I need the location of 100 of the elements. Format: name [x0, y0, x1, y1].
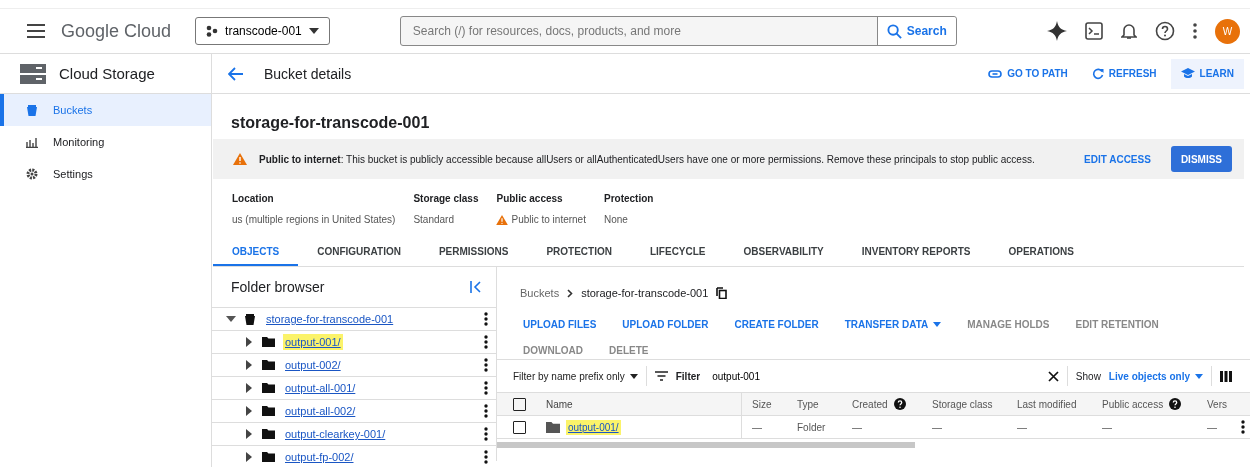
more-icon[interactable]: [484, 335, 488, 349]
bucket-icon: [244, 313, 256, 325]
collapse-caret-icon[interactable]: [226, 314, 236, 324]
column-header: Size: [752, 398, 772, 410]
folder-icon: [546, 421, 560, 433]
product-title: Cloud Storage: [59, 65, 155, 82]
collapse-icon[interactable]: [470, 281, 482, 293]
folder-link[interactable]: output-all-001/: [283, 380, 358, 396]
page-title: Bucket details: [264, 65, 352, 82]
detail-label: Protection: [603, 193, 654, 204]
tab[interactable]: OBJECTS: [213, 239, 299, 266]
folder-link[interactable]: output-clearkey-001/: [283, 426, 388, 442]
tab[interactable]: PERMISSIONS: [419, 239, 528, 266]
caret-icon: [933, 321, 942, 327]
project-icon: [206, 25, 219, 37]
sidebar-item[interactable]: Settings: [0, 158, 211, 190]
sidebar-item[interactable]: Monitoring: [0, 126, 211, 158]
caret-icon: [629, 373, 638, 379]
more-icon[interactable]: [484, 427, 488, 441]
header-action-button[interactable]: LEARN: [1170, 58, 1244, 89]
back-arrow-icon[interactable]: [228, 66, 244, 81]
sidebar-item[interactable]: Buckets: [0, 94, 211, 126]
more-icon[interactable]: [1241, 420, 1245, 434]
edit-access-link[interactable]: EDIT ACCESS: [1084, 153, 1151, 165]
tab[interactable]: PROTECTION: [527, 239, 631, 266]
select-all-checkbox[interactable]: [513, 397, 526, 411]
toolbar-button[interactable]: UPLOAD FOLDER: [622, 315, 709, 333]
column-header: Created: [852, 398, 888, 410]
tab[interactable]: LIFECYCLE: [630, 239, 725, 266]
storage-icon: [20, 63, 46, 84]
toolbar-button[interactable]: UPLOAD FILES: [523, 315, 597, 333]
scrollbar[interactable]: [497, 442, 915, 448]
filter-mode-dropdown[interactable]: Filter by name prefix only: [513, 370, 638, 382]
tree-row[interactable]: output-all-002/: [212, 399, 496, 422]
search-field[interactable]: Search (/) for resources, docs, products, and more Search: [399, 16, 957, 46]
expand-caret-icon[interactable]: [244, 337, 254, 347]
folder-link[interactable]: output-all-002/: [283, 403, 358, 419]
tab[interactable]: CONFIGURATION: [298, 239, 420, 266]
help-icon[interactable]: [893, 398, 906, 410]
bucket-icon: [26, 104, 38, 116]
toolbar-button[interactable]: TRANSFER DATA: [844, 315, 942, 333]
close-icon[interactable]: [1047, 370, 1059, 382]
folder-icon: [262, 452, 275, 462]
more-icon[interactable]: [484, 312, 488, 326]
copy-icon[interactable]: [716, 287, 728, 299]
help-icon[interactable]: [1155, 21, 1175, 41]
more-icon[interactable]: [484, 450, 488, 464]
caret-icon: [308, 28, 319, 34]
tree-row[interactable]: output-fp-002/: [212, 445, 496, 467]
tree-row[interactable]: output-clearkey-001/: [212, 422, 496, 445]
mortarboard-icon: [1180, 68, 1195, 79]
filter-label: Filter: [675, 370, 701, 382]
folder-link[interactable]: output-001/: [566, 419, 621, 435]
folder-icon: [262, 383, 275, 393]
table-cell: —: [1017, 421, 1027, 433]
more-icon[interactable]: [484, 404, 488, 418]
filter-icon: [654, 371, 668, 381]
column-header: Type: [797, 398, 819, 410]
more-icon[interactable]: [484, 381, 488, 395]
tree-row[interactable]: storage-for-transcode-001: [212, 307, 496, 330]
row-checkbox[interactable]: [513, 420, 526, 434]
bell-icon[interactable]: [1121, 22, 1137, 40]
search-button[interactable]: Search: [876, 17, 956, 45]
more-icon[interactable]: [1193, 23, 1197, 39]
help-icon[interactable]: [1169, 398, 1182, 410]
tree-row[interactable]: output-002/: [212, 353, 496, 376]
search-icon: [886, 23, 902, 39]
terminal-icon[interactable]: [1085, 22, 1103, 40]
product-logo[interactable]: Google Cloud: [61, 20, 172, 42]
folder-link[interactable]: output-002/: [283, 357, 343, 373]
folder-icon: [262, 406, 275, 416]
tree-row[interactable]: output-all-001/: [212, 376, 496, 399]
tab[interactable]: INVENTORY REPORTS: [842, 239, 990, 266]
folder-link[interactable]: output-001/: [283, 334, 343, 350]
toolbar-button[interactable]: CREATE FOLDER: [734, 315, 819, 333]
tree-row[interactable]: output-001/: [212, 330, 496, 353]
expand-caret-icon[interactable]: [244, 360, 254, 370]
link-icon: [988, 69, 1003, 78]
tab[interactable]: OPERATIONS: [989, 239, 1093, 266]
refresh-icon: [1091, 67, 1104, 80]
header-action-button[interactable]: REFRESH: [1081, 58, 1167, 89]
show-dropdown[interactable]: Live objects only: [1108, 370, 1203, 382]
expand-caret-icon[interactable]: [244, 452, 254, 462]
columns-icon[interactable]: [1220, 370, 1232, 382]
breadcrumb-link[interactable]: Buckets: [520, 287, 560, 299]
folder-link[interactable]: storage-for-transcode-001: [264, 311, 396, 327]
dismiss-button[interactable]: DISMISS: [1170, 146, 1232, 172]
tab[interactable]: OBSERVABILITY: [724, 239, 843, 266]
project-picker[interactable]: transcode-001: [195, 17, 330, 45]
folder-link[interactable]: output-fp-002/: [283, 449, 356, 465]
expand-caret-icon[interactable]: [244, 429, 254, 439]
expand-caret-icon[interactable]: [244, 383, 254, 393]
table-cell: —: [1207, 421, 1217, 433]
column-header: Last modified: [1017, 398, 1077, 410]
table-cell: Folder: [797, 421, 826, 433]
header-action-button[interactable]: GO TO PATH: [978, 58, 1078, 89]
sparkle-icon[interactable]: [1047, 21, 1067, 41]
more-icon[interactable]: [484, 358, 488, 372]
menu-icon[interactable]: [27, 24, 45, 38]
expand-caret-icon[interactable]: [244, 406, 254, 416]
